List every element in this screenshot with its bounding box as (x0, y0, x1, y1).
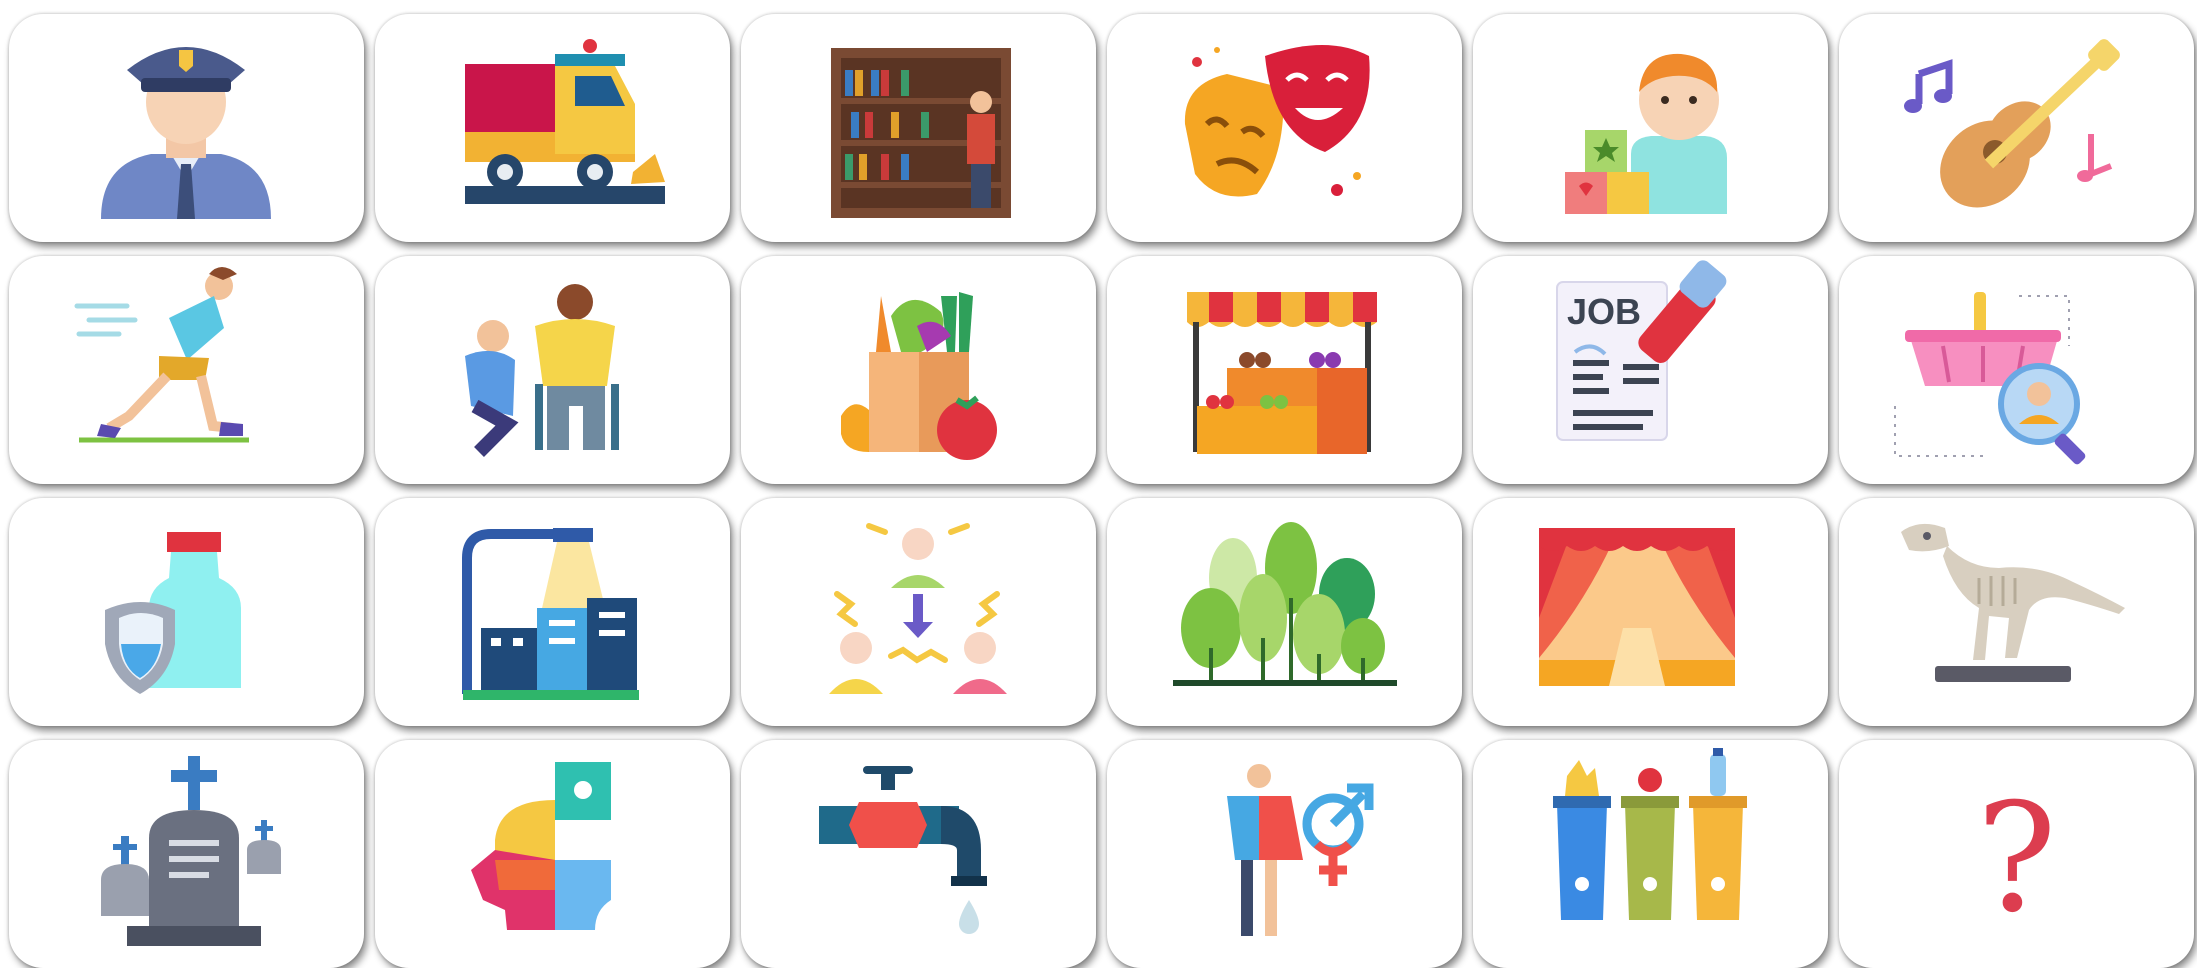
card-market-stall[interactable] (1107, 256, 1462, 484)
grocery-bag-icon (841, 292, 997, 460)
guitar-music-icon (1904, 39, 2120, 208)
icon-card-grid: JOB ? (0, 0, 2197, 968)
card-question-mark[interactable]: ? (1839, 740, 2194, 968)
child-playing-blocks-icon (1565, 53, 1727, 214)
caregiver-wheelchair-icon (465, 284, 619, 457)
market-stall-icon (1187, 292, 1377, 454)
card-police-officer[interactable] (9, 14, 364, 242)
card-grocery-bag[interactable] (741, 256, 1096, 484)
street-light-city-icon (462, 528, 639, 700)
card-conflict-resolution[interactable] (741, 498, 1096, 726)
card-library[interactable] (741, 14, 1096, 242)
police-officer-icon (101, 47, 271, 219)
gender-symbol-icon (1227, 764, 1374, 936)
cemetery-graves-icon (101, 756, 281, 946)
card-street-light-city[interactable] (375, 498, 730, 726)
running-man-icon (74, 267, 249, 443)
card-forest[interactable] (1107, 498, 1462, 726)
library-bookshelf-icon (831, 48, 1011, 218)
card-gender[interactable] (1107, 740, 1462, 968)
forest-icon (1173, 522, 1397, 686)
water-tap-icon (819, 766, 987, 934)
card-street-sweeper[interactable] (375, 14, 730, 242)
recycling-bins-icon (1553, 748, 1747, 920)
card-guitar-music[interactable] (1839, 14, 2194, 242)
job-application-icon: JOB (1556, 260, 1727, 441)
card-sanitizer[interactable] (9, 498, 364, 726)
card-dinosaur-skeleton[interactable] (1839, 498, 2194, 726)
puzzle-head-icon (471, 762, 611, 930)
card-running-man[interactable] (9, 256, 364, 484)
card-child-blocks[interactable] (1473, 14, 1828, 242)
card-cemetery[interactable] (9, 740, 364, 968)
sanitizer-shield-icon (105, 532, 241, 694)
conflict-resolution-icon (829, 523, 1007, 694)
card-puzzle-head[interactable] (375, 740, 730, 968)
card-recycling-bins[interactable] (1473, 740, 1828, 968)
card-job-application[interactable]: JOB (1473, 256, 1828, 484)
job-label: JOB (1567, 291, 1641, 332)
street-sweeper-truck-icon (465, 39, 665, 204)
theater-masks-icon (1184, 45, 1370, 197)
card-stage-curtains[interactable] (1473, 498, 1828, 726)
card-caregiver[interactable] (375, 256, 730, 484)
dinosaur-skeleton-icon (1901, 523, 2125, 682)
stage-curtains-icon (1539, 528, 1735, 686)
shopping-basket-search-icon (1894, 292, 2086, 465)
card-theater-masks[interactable] (1107, 14, 1462, 242)
card-water-tap[interactable] (741, 740, 1096, 968)
question-mark-icon: ? (1976, 772, 2057, 946)
card-shopping-basket-search[interactable] (1839, 256, 2194, 484)
